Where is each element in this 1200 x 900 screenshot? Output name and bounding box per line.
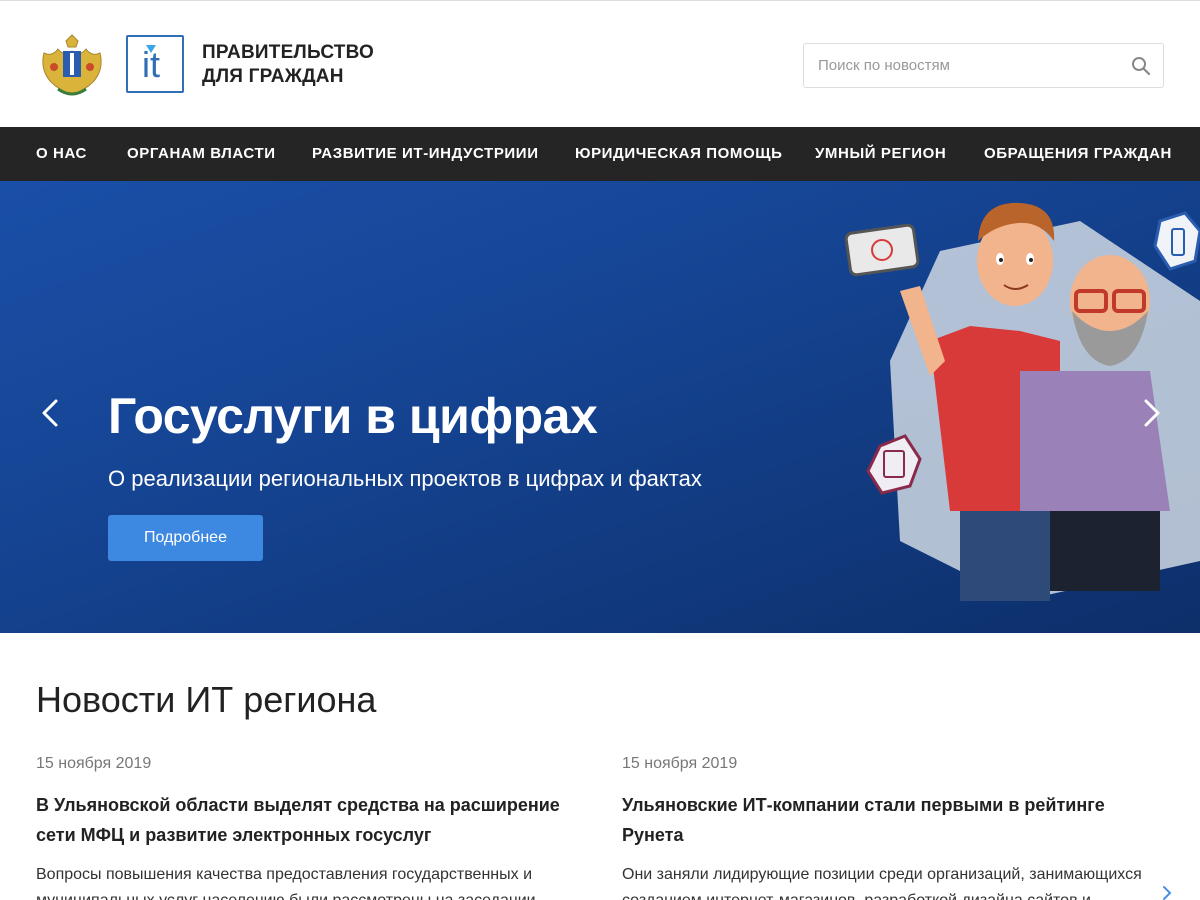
brand-line-2: ДЛЯ ГРАЖДАН <box>202 66 344 87</box>
hero-slider: Госуслуги в цифрах О реализации регионал… <box>0 181 1200 633</box>
nav-item-smart-region[interactable]: УМНЫЙ РЕГИОН <box>815 127 946 181</box>
news-item: 15 ноября 2019 В Ульяновской области выд… <box>36 752 596 900</box>
brand-line-1: ПРАВИТЕЛЬСТВО <box>202 42 375 63</box>
search-box <box>803 43 1164 88</box>
hero-subtitle: О реализации региональных проектов в циф… <box>108 466 702 491</box>
news-summary: Вопросы повышения качества предоставлени… <box>36 866 536 900</box>
search-input[interactable] <box>818 44 1118 87</box>
nav-item-legal-help[interactable]: ЮРИДИЧЕСКАЯ ПОМОЩЬ <box>575 127 783 181</box>
it-logo-text: it <box>142 44 160 85</box>
nav-item-citizen-appeals[interactable]: ОБРАЩЕНИЯ ГРАЖДАН <box>984 127 1172 181</box>
search-icon[interactable] <box>1131 56 1151 76</box>
news-section-title: Новости ИТ региона <box>36 679 377 720</box>
hero-title: Госуслуги в цифрах <box>108 388 598 444</box>
main-nav: О НАС ОРГАНАМ ВЛАСТИ РАЗВИТИЕ ИТ-ИНДУСТР… <box>0 127 1200 181</box>
chevron-right-icon[interactable] <box>1138 393 1166 433</box>
more-button[interactable]: Подробнее <box>108 515 263 561</box>
news-next-chevron-icon[interactable] <box>1160 885 1174 900</box>
nav-item-about[interactable]: О НАС <box>36 127 87 181</box>
coat-of-arms-icon[interactable] <box>36 33 108 101</box>
news-summary: Они заняли лидирующие позиции среди орга… <box>622 866 1142 900</box>
news-headline-link[interactable]: Ульяновские ИТ-компании стали первыми в … <box>622 790 1162 850</box>
nav-item-it-industry[interactable]: РАЗВИТИЕ ИТ-ИНДУСТРИИИ <box>312 127 539 181</box>
news-headline-link[interactable]: В Ульяновской области выделят средства н… <box>36 790 596 850</box>
news-date: 15 ноября 2019 <box>36 755 152 772</box>
brand-name[interactable]: ПРАВИТЕЛЬСТВО ДЛЯ ГРАЖДАН <box>202 41 402 89</box>
chevron-left-icon[interactable] <box>36 393 64 433</box>
news-item: 15 ноября 2019 Ульяновские ИТ-компании с… <box>622 752 1162 900</box>
nav-item-authorities[interactable]: ОРГАНАМ ВЛАСТИ <box>127 127 276 181</box>
news-date: 15 ноября 2019 <box>622 755 738 772</box>
it-logo[interactable]: it <box>126 35 184 93</box>
site-header: it ПРАВИТЕЛЬСТВО ДЛЯ ГРАЖДАН <box>0 0 1200 127</box>
